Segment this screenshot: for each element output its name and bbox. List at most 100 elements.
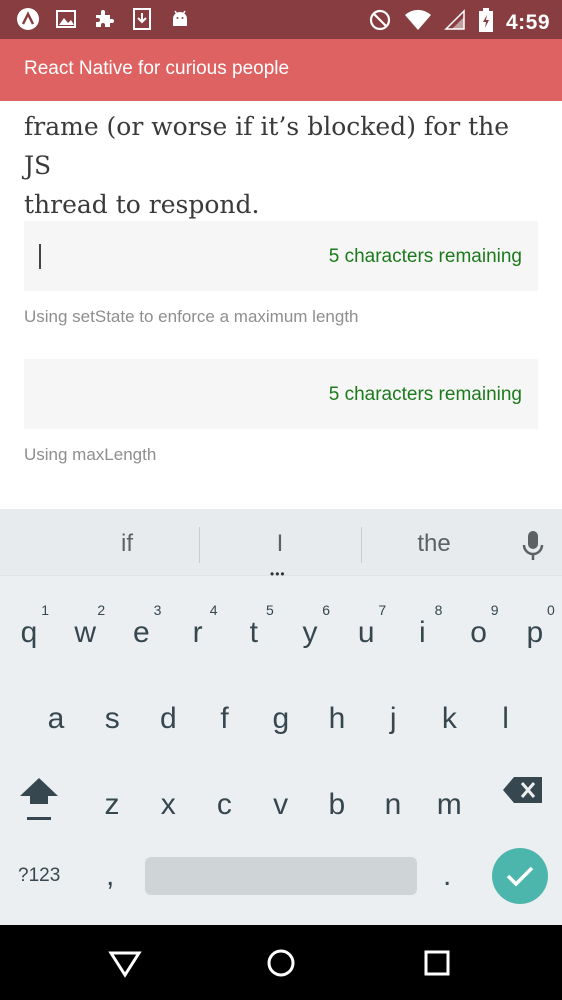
key-label: v xyxy=(273,788,289,821)
key-label: h xyxy=(328,702,346,735)
android-icon xyxy=(168,7,192,31)
suggestion-item[interactable]: I xyxy=(220,530,340,558)
key-o[interactable]: o9 xyxy=(451,592,507,662)
download-icon xyxy=(130,7,154,31)
key-r[interactable]: r4 xyxy=(170,592,226,662)
key-label: u xyxy=(357,616,375,649)
status-time: 4:59 xyxy=(505,10,550,34)
key-hint-number: 6 xyxy=(322,602,330,618)
more-suggestions-icon[interactable]: ••• xyxy=(270,567,286,581)
key-label: d xyxy=(160,702,177,735)
key-hint-number: 1 xyxy=(41,602,49,618)
key-y[interactable]: y6 xyxy=(282,592,338,662)
key-b[interactable]: b xyxy=(309,764,365,834)
content-area[interactable]: frame (or worse if it’s blocked) for the… xyxy=(0,101,562,509)
space-key[interactable] xyxy=(145,857,417,895)
done-key[interactable] xyxy=(492,848,548,904)
key-label: a xyxy=(47,702,65,735)
input-caption: Using maxLength xyxy=(24,445,157,464)
maxlength-text-input[interactable]: 5 characters remaining xyxy=(24,359,538,429)
input-caption: Using setState to enforce a maximum leng… xyxy=(24,307,359,326)
key-l[interactable]: l xyxy=(478,678,534,748)
key-q[interactable]: q1 xyxy=(1,592,57,662)
key-hint-number: 4 xyxy=(209,602,218,618)
back-nav-icon[interactable] xyxy=(108,947,142,979)
key-k[interactable]: k xyxy=(421,678,477,748)
key-w[interactable]: w2 xyxy=(57,592,113,662)
key-label: o xyxy=(470,616,487,649)
comma-key[interactable]: , xyxy=(106,859,114,893)
symbols-key[interactable]: ?123 xyxy=(18,865,60,887)
key-label: z xyxy=(104,788,120,821)
home-nav-icon[interactable] xyxy=(264,947,298,979)
setstate-text-input[interactable]: 5 characters remaining xyxy=(24,221,538,291)
key-hint-number: 5 xyxy=(266,602,274,618)
suggestion-item[interactable]: the xyxy=(374,530,494,558)
key-f[interactable]: f xyxy=(197,678,253,748)
key-s[interactable]: s xyxy=(84,678,140,748)
signal-icon xyxy=(444,9,466,36)
characters-remaining: 5 characters remaining xyxy=(328,246,522,267)
app-bar: React Native for curious people xyxy=(0,39,562,101)
key-hint-number: 7 xyxy=(378,602,387,618)
suggestion-strip: if I the ••• xyxy=(0,509,562,581)
key-p[interactable]: p0 xyxy=(507,592,562,662)
key-label: e xyxy=(133,616,150,649)
key-v[interactable]: v xyxy=(253,764,309,834)
key-label: p xyxy=(526,616,544,649)
suggestion-divider xyxy=(199,527,200,563)
key-label: k xyxy=(441,702,457,735)
text-cursor xyxy=(39,244,41,269)
navigation-bar xyxy=(0,925,562,1000)
key-label: i xyxy=(419,616,426,649)
backspace-key[interactable] xyxy=(502,775,544,805)
key-z[interactable]: z xyxy=(84,764,140,834)
key-label: l xyxy=(502,702,509,735)
key-i[interactable]: i8 xyxy=(394,592,450,662)
soft-keyboard: if I the ••• q1w2e3r4t5y6u7i8o9p0 asdfgh… xyxy=(0,509,562,925)
paragraph-line: frame (or worse if it’s blocked) for the… xyxy=(24,112,510,180)
key-hint-number: 8 xyxy=(434,602,443,618)
key-label: w xyxy=(74,616,97,649)
article-paragraph: frame (or worse if it’s blocked) for the… xyxy=(24,107,544,224)
key-label: j xyxy=(389,702,397,735)
key-a[interactable]: a xyxy=(28,678,84,748)
checkmark-icon xyxy=(506,866,534,887)
key-u[interactable]: u7 xyxy=(338,592,394,662)
key-label: y xyxy=(302,616,318,649)
key-hint-number: 2 xyxy=(97,602,106,618)
key-label: t xyxy=(249,616,258,649)
key-e[interactable]: e3 xyxy=(113,592,169,662)
key-t[interactable]: t5 xyxy=(226,592,282,662)
key-x[interactable]: x xyxy=(140,764,196,834)
microphone-icon[interactable] xyxy=(518,529,548,563)
key-label: m xyxy=(436,788,462,821)
key-h[interactable]: h xyxy=(309,678,365,748)
suggestion-divider xyxy=(361,527,362,563)
paragraph-line: thread to respond. xyxy=(24,190,260,219)
key-n[interactable]: n xyxy=(365,764,421,834)
key-label: r xyxy=(192,616,203,649)
key-m[interactable]: m xyxy=(421,764,477,834)
key-g[interactable]: g xyxy=(253,678,309,748)
wifi-icon xyxy=(404,9,432,36)
key-label: q xyxy=(20,616,38,649)
key-j[interactable]: j xyxy=(365,678,421,748)
key-hint-number: 0 xyxy=(547,602,555,618)
key-label: b xyxy=(328,788,346,821)
do-not-disturb-icon xyxy=(368,8,392,37)
key-c[interactable]: c xyxy=(196,764,252,834)
recents-nav-icon[interactable] xyxy=(420,947,454,979)
key-label: c xyxy=(216,788,232,821)
app-logo-icon xyxy=(16,7,40,31)
key-d[interactable]: d xyxy=(140,678,196,748)
battery-icon xyxy=(478,7,494,38)
key-label: f xyxy=(220,702,229,735)
period-key[interactable]: . xyxy=(443,859,451,893)
key-label: x xyxy=(160,788,176,821)
suggestion-item[interactable]: if xyxy=(67,530,187,558)
app-title: React Native for curious people xyxy=(24,58,290,79)
key-label: g xyxy=(272,702,290,735)
status-bar: 4:59 xyxy=(0,0,562,39)
shift-key[interactable] xyxy=(18,774,60,824)
